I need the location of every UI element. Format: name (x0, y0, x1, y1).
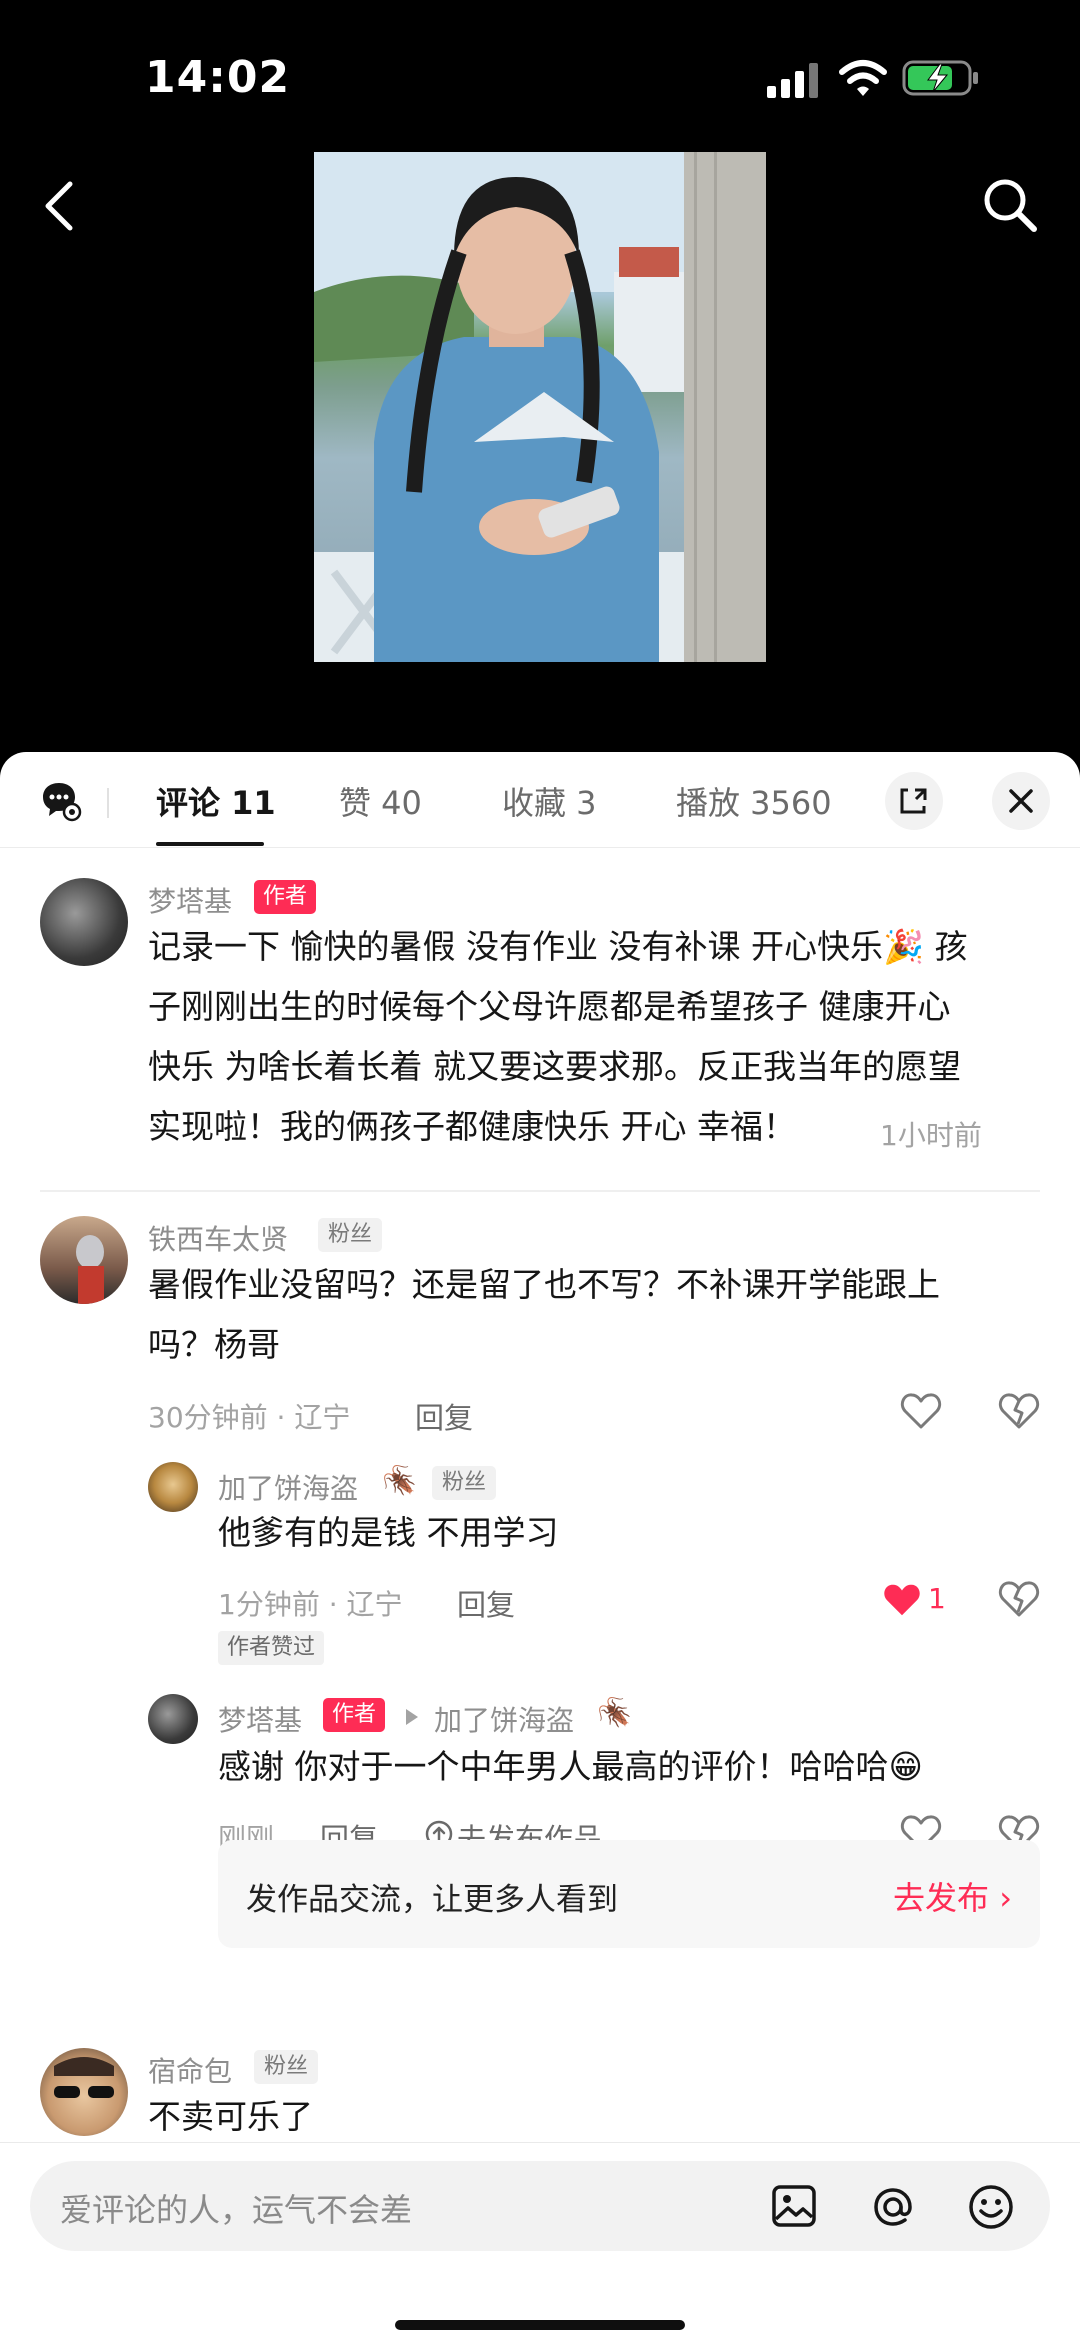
signal-icon (767, 63, 818, 98)
chat-settings-icon[interactable] (40, 780, 82, 822)
like-count: 1 (928, 1582, 946, 1615)
commenter-name[interactable]: 梦塔基 (148, 880, 232, 920)
comment-text-line: 子刚刚出生的时候每个父母许愿都是希望孩子 健康开心 (148, 987, 951, 1026)
commenter-name[interactable]: 铁西车太贤 (148, 1218, 288, 1258)
avatar[interactable] (40, 2048, 128, 2136)
status-time: 14:02 (145, 52, 291, 103)
avatar[interactable] (40, 878, 128, 966)
name-emoji: 🪳 (597, 1696, 632, 1729)
broken-heart-icon[interactable] (998, 1391, 1040, 1431)
divider (40, 1190, 1040, 1192)
tab-bar: 评论 11 赞 40 收藏 3 播放 3560 (0, 752, 1080, 848)
close-button[interactable] (992, 772, 1050, 830)
photo-illustration (314, 152, 766, 662)
reply-button[interactable]: 回复 (457, 1582, 515, 1624)
reply-button[interactable]: 回复 (415, 1395, 473, 1437)
commenter-name[interactable]: 宿命包 (148, 2050, 232, 2090)
avatar[interactable] (148, 1462, 198, 1512)
liked-heart-icon[interactable] (882, 1581, 922, 1619)
comment-text-line: 快乐 为啥长着长着 就又要这要求那。反正我当年的愿望 (148, 1047, 961, 1086)
reply-to-name[interactable]: 加了饼海盗 (434, 1699, 574, 1739)
broken-heart-icon[interactable] (998, 1579, 1040, 1619)
comment-input-bar: 爱评论的人，运气不会差 (0, 2142, 1080, 2347)
comment-text: 不卖可乐了 (148, 2097, 313, 2136)
comment-time: 30分钟前 · 辽宁 (148, 1401, 351, 1434)
fan-badge: 粉丝 (318, 1218, 383, 1252)
expand-icon (900, 788, 927, 814)
status-bar: 14:02 (0, 0, 1080, 150)
publish-promo-card[interactable]: 发作品交流，让更多人看到 去发布 › (218, 1840, 1040, 1948)
image-icon[interactable] (770, 2183, 818, 2229)
go-publish-link[interactable]: 去发布 › (893, 1873, 1012, 1919)
fan-badge: 粉丝 (432, 1466, 497, 1500)
expand-button[interactable] (885, 772, 943, 830)
tab-likes[interactable]: 赞 40 (339, 778, 422, 824)
comment-text-line: 吗？杨哥 (148, 1325, 280, 1364)
close-icon (1009, 789, 1033, 813)
comment-input[interactable]: 爱评论的人，运气不会差 (30, 2161, 1050, 2251)
comment-panel: 评论 11 赞 40 收藏 3 播放 3560 梦塔基 作者 记录一下 愉快的暑… (0, 752, 1080, 2347)
reply-arrow-icon (406, 1709, 418, 1725)
tab-favorites[interactable]: 收藏 3 (502, 778, 597, 824)
home-indicator (395, 2320, 685, 2330)
commenter-name[interactable]: 梦塔基 (218, 1699, 302, 1739)
author-badge: 作者 (323, 1698, 386, 1732)
promo-text: 发作品交流，让更多人看到 (246, 1882, 618, 1918)
comment-time: 1小时前 (880, 1119, 982, 1152)
heart-icon[interactable] (900, 1391, 942, 1431)
fan-badge: 粉丝 (254, 2050, 319, 2084)
comment-text-line: 实现啦！我的俩孩子都健康快乐 开心 幸福！ (148, 1107, 796, 1146)
comment-text: 感谢 你对于一个中年男人最高的评价！哈哈哈😁 (218, 1747, 923, 1786)
avatar[interactable] (148, 1694, 198, 1744)
avatar-illustration (54, 2057, 114, 2098)
author-liked-badge: 作者赞过 (218, 1631, 325, 1665)
wifi-icon (839, 60, 887, 96)
tab-plays[interactable]: 播放 3560 (676, 778, 832, 824)
comment-time: 1分钟前 · 辽宁 (218, 1588, 403, 1621)
emoji-icon[interactable] (966, 2182, 1016, 2232)
mention-icon[interactable] (868, 2182, 918, 2232)
avatar-illustration (76, 1235, 104, 1304)
input-placeholder: 爱评论的人，运气不会差 (60, 2191, 413, 2229)
battery-charging-icon (902, 60, 978, 96)
commenter-name[interactable]: 加了饼海盗 (218, 1467, 358, 1507)
comment-text-line: 记录一下 愉快的暑假 没有作业 没有补课 开心快乐🎉 孩 (148, 927, 968, 966)
tab-comments[interactable]: 评论 11 (156, 778, 276, 824)
tab-divider (107, 788, 109, 818)
active-tab-indicator (156, 842, 264, 846)
name-emoji: 🪳 (382, 1464, 417, 1497)
back-arrow-icon[interactable] (38, 178, 82, 234)
search-icon[interactable] (980, 175, 1040, 235)
post-photo[interactable] (314, 152, 766, 662)
comment-text: 他爹有的是钱 不用学习 (218, 1513, 559, 1552)
avatar[interactable] (40, 1216, 128, 1304)
author-badge: 作者 (254, 880, 317, 914)
comment-text-line: 暑假作业没留吗？还是留了也不写？不补课开学能跟上 (148, 1265, 940, 1304)
